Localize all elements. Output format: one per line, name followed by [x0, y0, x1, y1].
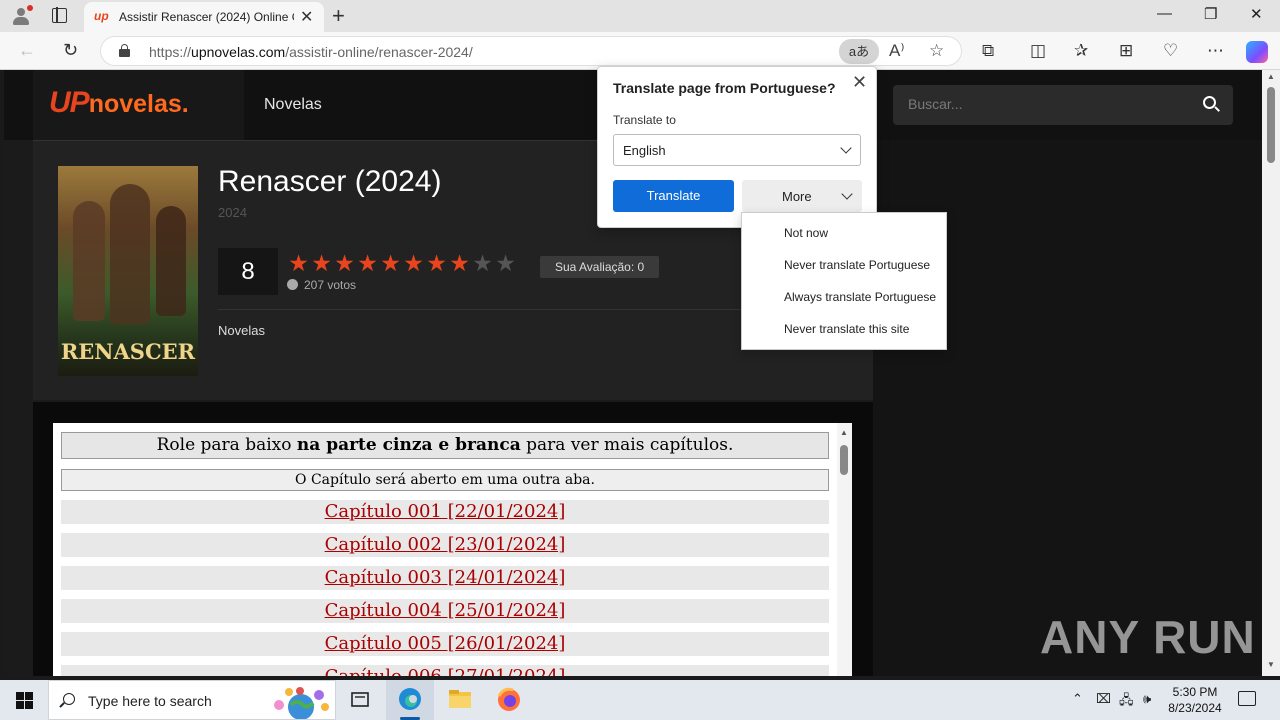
star-rating[interactable]: ★ ★ ★ ★ ★ ★ ★ ★ ★ ★ — [287, 251, 517, 275]
copilot-icon[interactable] — [1246, 41, 1268, 63]
windows-start-icon[interactable] — [16, 692, 33, 709]
notification-icon[interactable] — [1238, 691, 1256, 706]
page-scrollbar[interactable]: ▲ ▼ — [1262, 70, 1280, 676]
star-icon[interactable]: ★ — [494, 251, 517, 275]
show-hidden-icons-icon[interactable]: ⌃ — [1072, 691, 1083, 707]
chapter-link[interactable]: Capítulo 003 [24/01/2024] — [61, 566, 829, 590]
list-note: O Capítulo será aberto em uma outra aba. — [61, 469, 829, 491]
score-badge: 8 — [218, 248, 278, 295]
address-bar[interactable]: https://upnovelas.com/assistir-online/re… — [100, 36, 962, 66]
restore-icon[interactable]: ❐ — [1204, 5, 1217, 23]
chapter-link[interactable]: Capítulo 002 [23/01/2024] — [61, 533, 829, 557]
site-search-input[interactable]: Buscar... — [893, 85, 1233, 125]
refresh-icon[interactable]: ↻ — [63, 40, 78, 61]
more-button[interactable]: More — [742, 180, 862, 212]
address-toolbar: ← ↻ https://upnovelas.com/assistir-onlin… — [0, 32, 1280, 70]
volume-icon[interactable]: 🕪 — [1143, 691, 1151, 707]
network-icon[interactable]: 🖧 — [1119, 691, 1134, 713]
system-clock[interactable]: 5:30 PM 8/23/2024 — [1160, 684, 1230, 716]
genre-link[interactable]: Novelas — [218, 323, 265, 338]
language-select[interactable]: English — [613, 134, 861, 166]
translate-button[interactable]: Translate — [613, 180, 734, 212]
page-title: Renascer (2024) — [218, 165, 442, 198]
translate-popup: Translate page from Portuguese? ✕ Transl… — [597, 66, 877, 228]
list-heading: Role para baixo na parte cinza e branca … — [61, 432, 829, 459]
task-view-icon[interactable] — [336, 680, 384, 720]
menu-item-not-now[interactable]: Not now — [784, 226, 828, 240]
browser-essentials-icon[interactable]: ♡ — [1163, 41, 1178, 61]
star-icon[interactable]: ★ — [310, 251, 333, 275]
star-icon[interactable]: ★ — [471, 251, 494, 275]
menu-item-never-translate-site[interactable]: Never translate this site — [784, 322, 909, 336]
translate-more-menu: Not now Never translate Portuguese Alway… — [741, 212, 947, 350]
read-aloud-icon[interactable]: A⁾ — [889, 41, 905, 61]
site-favicon-icon: up — [94, 9, 109, 23]
split-screen-icon[interactable]: ◫ — [1030, 41, 1046, 61]
edge-taskbar-icon[interactable] — [386, 680, 434, 720]
taskbar-search-input[interactable]: Type here to search — [48, 680, 336, 720]
favorite-star-icon[interactable]: ☆ — [929, 41, 944, 61]
url-text[interactable]: https://upnovelas.com/assistir-online/re… — [149, 44, 473, 60]
translate-icon[interactable]: aあ — [839, 39, 879, 64]
menu-item-never-translate-portuguese[interactable]: Never translate Portuguese — [784, 258, 930, 272]
search-highlight-icon — [274, 687, 329, 719]
search-icon — [63, 693, 75, 705]
chapter-link[interactable]: Capítulo 006 [27/01/2024] — [61, 665, 829, 676]
new-tab-icon[interactable]: + — [332, 3, 345, 29]
profile-icon[interactable] — [10, 5, 33, 27]
tab-close-icon[interactable]: ✕ — [300, 7, 313, 27]
chapter-list-section: Role para baixo na parte cinza e branca … — [33, 402, 873, 676]
more-menu-icon[interactable]: ⋯ — [1207, 41, 1224, 61]
tab-title: Assistir Renascer (2024) Online Gr — [119, 10, 294, 24]
extensions-icon[interactable]: ⧉ — [982, 41, 994, 61]
browser-tab-bar: up Assistir Renascer (2024) Online Gr ✕ … — [0, 0, 1280, 32]
collections-icon[interactable]: ⊞ — [1119, 41, 1133, 61]
translate-popup-title: Translate page from Portuguese? — [613, 80, 836, 96]
poster-image: RENASCER — [58, 166, 198, 376]
star-icon[interactable]: ★ — [425, 251, 448, 275]
back-icon[interactable]: ← — [18, 40, 36, 61]
star-icon[interactable]: ★ — [333, 251, 356, 275]
release-year: 2024 — [218, 205, 247, 220]
star-icon[interactable]: ★ — [287, 251, 310, 275]
site-logo[interactable]: UPnovelas. — [33, 70, 244, 140]
user-icon — [287, 279, 298, 290]
close-window-icon[interactable]: ✕ — [1250, 5, 1263, 23]
chapter-link[interactable]: Capítulo 001 [22/01/2024] — [61, 500, 829, 524]
browser-tab[interactable]: up Assistir Renascer (2024) Online Gr ✕ — [84, 2, 324, 32]
file-explorer-icon[interactable] — [436, 680, 484, 720]
user-rating-badge: Sua Avaliação: 0 — [540, 256, 660, 278]
firefox-icon[interactable] — [485, 680, 533, 720]
star-icon[interactable]: ★ — [402, 251, 425, 275]
menu-item-always-translate-portuguese[interactable]: Always translate Portuguese — [784, 290, 936, 304]
nav-novelas-link[interactable]: Novelas — [264, 96, 322, 114]
lock-icon[interactable] — [119, 44, 130, 57]
meet-now-icon[interactable]: ⌧ — [1096, 691, 1111, 707]
chapter-link[interactable]: Capítulo 005 [26/01/2024] — [61, 632, 829, 656]
search-icon[interactable] — [1203, 96, 1216, 109]
chapter-list-frame[interactable]: Role para baixo na parte cinza e branca … — [53, 423, 852, 676]
frame-scrollbar[interactable]: ▲ — [837, 423, 852, 676]
translate-to-label: Translate to — [613, 113, 676, 127]
star-icon[interactable]: ★ — [379, 251, 402, 275]
chapter-link[interactable]: Capítulo 004 [25/01/2024] — [61, 599, 829, 623]
chevron-down-icon — [840, 142, 852, 154]
star-icon[interactable]: ★ — [448, 251, 471, 275]
close-icon[interactable]: ✕ — [852, 72, 867, 93]
favorites-icon[interactable]: ✰ — [1074, 41, 1088, 61]
watermark-logo: ANY RUN — [1040, 611, 1256, 663]
chevron-down-icon — [841, 188, 853, 200]
tab-actions-icon[interactable] — [52, 7, 67, 23]
star-icon[interactable]: ★ — [356, 251, 379, 275]
vote-count: 207 votos — [287, 278, 356, 292]
minimize-icon[interactable]: — — [1157, 5, 1172, 22]
taskbar: Type here to search ⌃ ⌧ 🖧 🕪 5:30 PM 8/23… — [0, 680, 1280, 720]
